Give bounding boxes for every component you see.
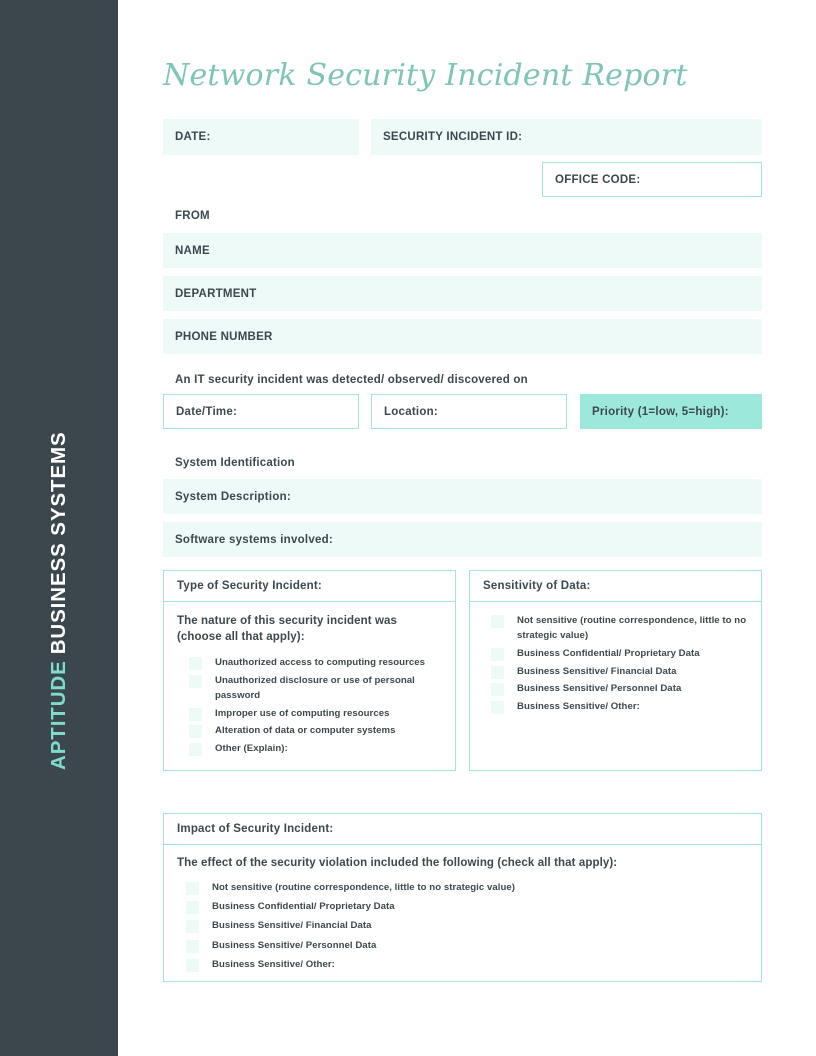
- checkbox-label: Not sensitive (routine correspondence, l…: [517, 615, 747, 641]
- software-systems-field[interactable]: Software systems involved:: [163, 522, 762, 557]
- checkbox-label: Unauthorized disclosure or use of person…: [215, 674, 415, 701]
- system-description-field[interactable]: System Description:: [163, 479, 762, 514]
- checkbox-icon[interactable]: [189, 725, 202, 739]
- date-time-field[interactable]: Date/Time:: [163, 394, 359, 429]
- type-panel-body: The nature of this security incident was…: [163, 602, 456, 771]
- sidebar: APTITUDE BUSINESS SYSTEMS: [0, 0, 118, 1056]
- checkbox-label: Other (Explain):: [215, 743, 288, 755]
- list-item[interactable]: Unauthorized disclosure or use of person…: [189, 674, 442, 704]
- header-field-row: DATE: SECURITY INCIDENT ID:: [163, 119, 762, 155]
- checkbox-icon[interactable]: [186, 900, 199, 914]
- list-item[interactable]: Alteration of data or computer systems: [189, 724, 442, 739]
- office-code-field[interactable]: OFFICE CODE:: [542, 162, 762, 197]
- checkbox-label: Business Confidential/ Proprietary Data: [212, 900, 395, 912]
- checkbox-label: Business Sensitive/ Financial Data: [517, 665, 677, 677]
- checkbox-icon[interactable]: [189, 674, 202, 688]
- impact-panel-body: The effect of the security violation inc…: [163, 845, 762, 982]
- list-item[interactable]: Unauthorized access to computing resourc…: [189, 656, 442, 671]
- list-item[interactable]: Business Confidential/ Proprietary Data: [491, 647, 748, 662]
- location-field[interactable]: Location:: [371, 394, 567, 429]
- checkbox-label: Business Sensitive/ Financial Data: [212, 920, 372, 932]
- type-of-security-incident-panel: Type of Security Incident: The nature of…: [163, 570, 456, 771]
- page-title: Network Security Incident Report: [163, 58, 688, 93]
- checkbox-icon[interactable]: [186, 920, 199, 934]
- type-checkbox-list: Unauthorized access to computing resourc…: [177, 656, 442, 757]
- checkbox-icon[interactable]: [189, 743, 202, 757]
- type-panel-intro: The nature of this security incident was…: [177, 615, 397, 643]
- checkbox-label: Business Confidential/ Proprietary Data: [517, 647, 700, 659]
- system-identification-heading: System Identification: [175, 457, 295, 469]
- impact-checkbox-list: Not sensitive (routine correspondence, l…: [177, 881, 748, 973]
- brand-name-plain: BUSINESS SYSTEMS: [47, 431, 70, 655]
- checkbox-icon[interactable]: [189, 707, 202, 721]
- checkbox-label: Business Sensitive/ Personnel Data: [517, 683, 682, 695]
- type-panel-header: Type of Security Incident:: [163, 570, 456, 602]
- list-item[interactable]: Business Sensitive/ Other:: [491, 700, 748, 715]
- checkbox-icon[interactable]: [186, 881, 199, 895]
- date-field[interactable]: DATE:: [163, 119, 359, 155]
- checkbox-icon[interactable]: [491, 665, 504, 679]
- checkbox-icon[interactable]: [189, 657, 202, 671]
- document-body: Network Security Incident Report DATE: S…: [163, 0, 762, 982]
- name-field[interactable]: NAME: [163, 233, 762, 268]
- list-item[interactable]: Business Sensitive/ Personnel Data: [186, 939, 748, 954]
- priority-field[interactable]: Priority (1=low, 5=high):: [580, 394, 762, 429]
- list-item[interactable]: Business Sensitive/ Personnel Data: [491, 682, 748, 697]
- field-spacer: [567, 394, 580, 429]
- panel-row: Type of Security Incident: The nature of…: [163, 570, 762, 771]
- sensitivity-panel-header: Sensitivity of Data:: [469, 570, 762, 602]
- checkbox-icon[interactable]: [491, 615, 504, 628]
- list-item[interactable]: Not sensitive (routine correspondence, l…: [186, 881, 748, 896]
- department-field[interactable]: DEPARTMENT: [163, 276, 762, 311]
- impact-panel-header: Impact of Security Incident:: [163, 813, 762, 845]
- checkbox-label: Alteration of data or computer systems: [215, 725, 396, 737]
- field-spacer: [359, 394, 371, 429]
- detection-field-row: Date/Time: Location: Priority (1=low, 5=…: [163, 394, 762, 429]
- checkbox-icon[interactable]: [186, 939, 199, 953]
- checkbox-icon[interactable]: [186, 958, 199, 972]
- checkbox-label: Improper use of computing resources: [215, 707, 390, 719]
- list-item[interactable]: Business Sensitive/ Financial Data: [186, 919, 748, 934]
- checkbox-icon[interactable]: [491, 647, 504, 661]
- checkbox-label: Business Sensitive/ Other:: [212, 958, 335, 970]
- sensitivity-panel-body: Not sensitive (routine correspondence, l…: [469, 602, 762, 771]
- field-spacer: [359, 119, 371, 155]
- list-item[interactable]: Business Sensitive/ Other:: [186, 958, 748, 973]
- list-item[interactable]: Not sensitive (routine correspondence, l…: [491, 614, 748, 644]
- sensitivity-checkbox-list: Not sensitive (routine correspondence, l…: [483, 614, 748, 715]
- checkbox-label: Not sensitive (routine correspondence, l…: [212, 881, 515, 893]
- checkbox-icon[interactable]: [491, 701, 504, 715]
- list-item[interactable]: Business Sensitive/ Financial Data: [491, 665, 748, 680]
- brand-name-accent: APTITUDE: [47, 660, 70, 770]
- list-item[interactable]: Business Confidential/ Proprietary Data: [186, 900, 748, 915]
- security-incident-id-field[interactable]: SECURITY INCIDENT ID:: [371, 119, 762, 155]
- list-item[interactable]: Other (Explain):: [189, 742, 442, 757]
- brand-logo: APTITUDE BUSINESS SYSTEMS: [0, 0, 118, 1056]
- sensitivity-of-data-panel: Sensitivity of Data: Not sensitive (rout…: [469, 570, 762, 771]
- detection-heading: An IT security incident was detected/ ob…: [175, 374, 528, 386]
- impact-panel-intro: The effect of the security violation inc…: [177, 857, 618, 869]
- phone-number-field[interactable]: PHONE NUMBER: [163, 319, 762, 354]
- panel-spacer: [456, 570, 469, 771]
- checkbox-label: Unauthorized access to computing resourc…: [215, 657, 426, 669]
- impact-of-security-incident-panel: Impact of Security Incident: The effect …: [163, 813, 762, 982]
- checkbox-icon[interactable]: [491, 683, 504, 697]
- from-section-label: FROM: [175, 210, 210, 222]
- list-item[interactable]: Improper use of computing resources: [189, 707, 442, 722]
- checkbox-label: Business Sensitive/ Other:: [517, 701, 640, 713]
- checkbox-label: Business Sensitive/ Personnel Data: [212, 939, 377, 951]
